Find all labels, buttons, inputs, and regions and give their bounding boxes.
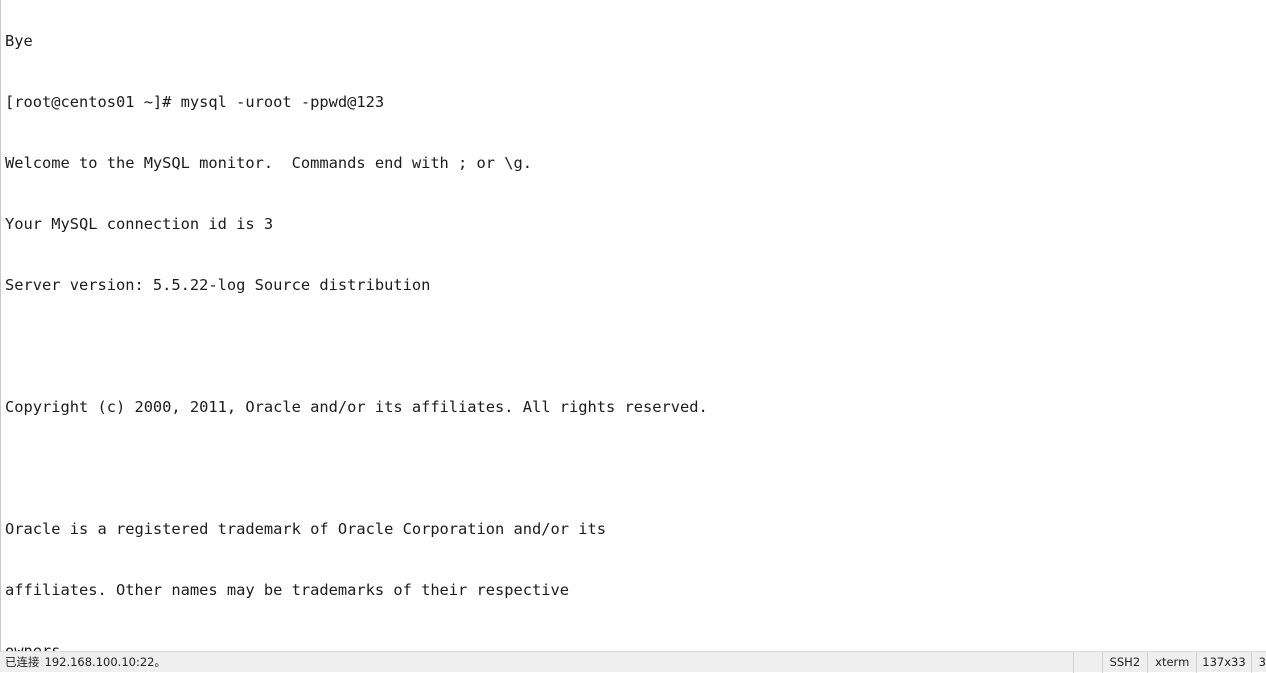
terminal-line: Your MySQL connection id is 3 — [5, 214, 274, 233]
status-dimensions: 137x33 — [1196, 651, 1250, 673]
terminal-output: Bye [root@centos01 ~]# mysql -uroot -ppw… — [5, 0, 1028, 651]
status-emulation: xterm — [1147, 651, 1196, 673]
status-bar: 已连接 192.168.100.10:22。 SSH2 xterm 137x33… — [0, 651, 1266, 673]
status-protocol: SSH2 — [1101, 651, 1148, 673]
terminal-line: [root@centos01 ~]# mysql -uroot -ppwd@12… — [5, 92, 385, 111]
terminal-screen[interactable]: Bye [root@centos01 ~]# mysql -uroot -ppw… — [0, 0, 1266, 651]
terminal-line: owners. — [5, 641, 70, 652]
status-trailing: 3 — [1250, 651, 1266, 673]
terminal-line: Copyright (c) 2000, 2011, Oracle and/or … — [5, 397, 708, 416]
terminal-line: Welcome to the MySQL monitor. Commands e… — [5, 153, 533, 172]
terminal-line: affiliates. Other names may be trademark… — [5, 580, 570, 599]
terminal-window: Bye [root@centos01 ~]# mysql -uroot -ppw… — [0, 0, 1266, 673]
status-connection-address: 192.168.100.10:22。 — [44, 655, 166, 669]
terminal-line: Server version: 5.5.22-log Source distri… — [5, 275, 431, 294]
status-connection: 已连接 192.168.100.10:22。 — [0, 654, 166, 670]
status-meta: SSH2 xterm 137x33 3 — [1072, 651, 1266, 673]
status-divider — [1072, 651, 1102, 673]
terminal-line: Bye — [5, 31, 33, 50]
status-connection-label: 已连接 — [5, 655, 40, 669]
terminal-line: Oracle is a registered trademark of Orac… — [5, 519, 606, 538]
